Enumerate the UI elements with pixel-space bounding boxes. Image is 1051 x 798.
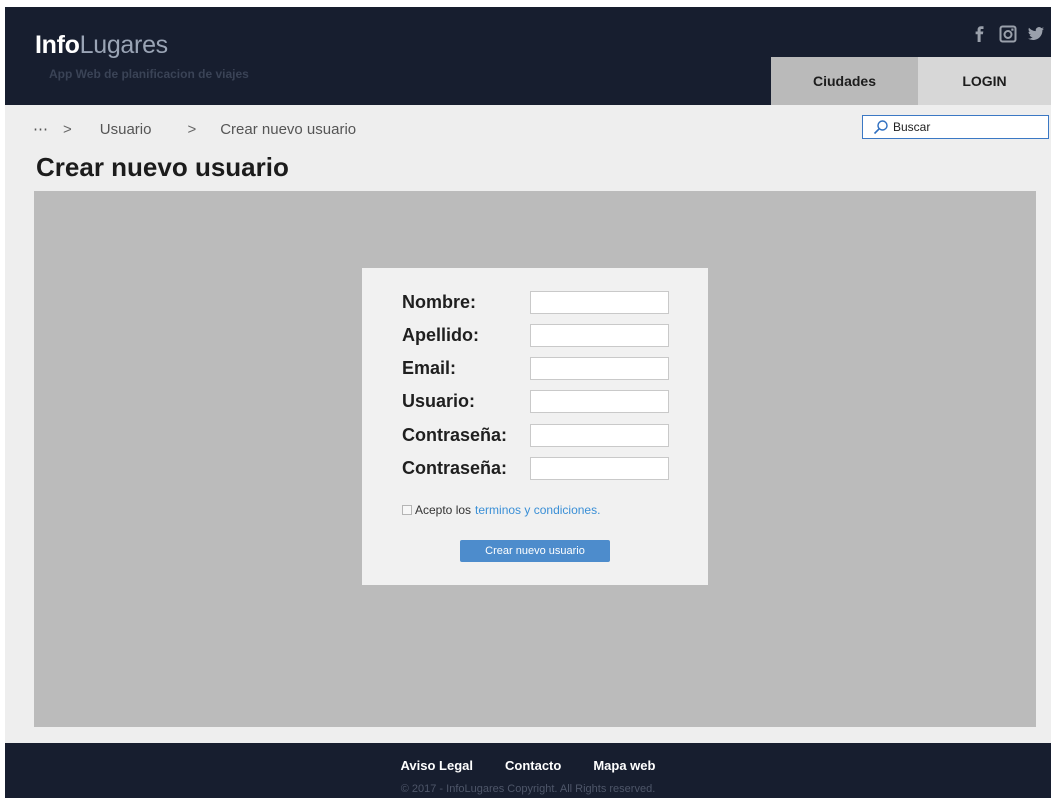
register-form: Nombre: Apellido: Email: Usuario: Contra… bbox=[362, 268, 708, 585]
usuario-label: Usuario: bbox=[402, 390, 476, 411]
breadcrumb-ellipsis[interactable]: ⋯ bbox=[33, 120, 49, 138]
search-box[interactable] bbox=[862, 115, 1049, 139]
form-row-apellido: Apellido: bbox=[402, 322, 669, 348]
terms-prefix: Acepto los bbox=[415, 503, 472, 517]
twitter-icon[interactable] bbox=[1027, 25, 1045, 43]
search-icon[interactable] bbox=[873, 119, 889, 135]
tagline: App Web de planificacion de viajes bbox=[49, 67, 249, 81]
logo[interactable]: InfoLugares bbox=[35, 31, 168, 60]
create-user-button[interactable]: Crear nuevo usuario bbox=[460, 540, 610, 562]
terms-checkbox[interactable] bbox=[402, 505, 412, 515]
content-area: Nombre: Apellido: Email: Usuario: Contra… bbox=[34, 191, 1036, 727]
terms-row: Acepto los terminos y condiciones. bbox=[402, 503, 600, 517]
password-field[interactable] bbox=[530, 423, 669, 447]
nombre-label: Nombre: bbox=[402, 291, 477, 312]
password-label: Contraseña: bbox=[402, 424, 508, 445]
footer-link-aviso-legal[interactable]: Aviso Legal bbox=[401, 758, 473, 773]
footer-link-contacto[interactable]: Contacto bbox=[505, 758, 561, 773]
logo-bold: Info bbox=[35, 31, 80, 59]
logo-light: Lugares bbox=[79, 31, 169, 59]
footer-link-mapa-web[interactable]: Mapa web bbox=[593, 758, 655, 773]
breadcrumb-item-usuario[interactable]: Usuario bbox=[100, 121, 152, 138]
social-links bbox=[971, 25, 1045, 43]
header: InfoLugares App Web de planificacion de … bbox=[5, 7, 1051, 105]
main-nav: Ciudades LOGIN bbox=[771, 57, 1051, 105]
form-row-nombre: Nombre: bbox=[402, 289, 669, 315]
email-field[interactable] bbox=[530, 356, 669, 380]
page-title: Crear nuevo usuario bbox=[36, 152, 289, 182]
usuario-field[interactable] bbox=[530, 389, 669, 413]
terms-link[interactable]: terminos y condiciones. bbox=[475, 503, 600, 517]
password-confirm-field[interactable] bbox=[530, 456, 669, 480]
form-row-usuario: Usuario: bbox=[402, 388, 669, 414]
breadcrumb-separator: > bbox=[63, 120, 72, 138]
form-row-password: Contraseña: bbox=[402, 422, 669, 448]
footer: Aviso Legal Contacto Mapa web © 2017 - I… bbox=[5, 743, 1051, 798]
apellido-label: Apellido: bbox=[402, 324, 479, 345]
facebook-icon[interactable] bbox=[971, 25, 989, 43]
instagram-icon[interactable] bbox=[999, 25, 1017, 43]
breadcrumb-item-current: Crear nuevo usuario bbox=[220, 120, 357, 138]
breadcrumb-separator: > bbox=[187, 120, 197, 138]
copyright: © 2017 - InfoLugares Copyright. All Righ… bbox=[400, 783, 656, 795]
form-row-password-confirm: Contraseña: bbox=[402, 455, 669, 481]
password-confirm-label: Contraseña: bbox=[402, 457, 508, 478]
cities-button[interactable]: Ciudades bbox=[771, 57, 918, 105]
breadcrumb: ⋯ > Usuario > Crear nuevo usuario bbox=[33, 120, 357, 139]
page-frame: InfoLugares App Web de planificacion de … bbox=[5, 7, 1051, 798]
footer-links: Aviso Legal Contacto Mapa web bbox=[5, 758, 1051, 773]
nombre-field[interactable] bbox=[530, 290, 669, 314]
apellido-field[interactable] bbox=[530, 323, 669, 347]
search-input[interactable] bbox=[893, 120, 1043, 134]
form-row-email: Email: bbox=[402, 355, 669, 381]
email-label: Email: bbox=[402, 357, 457, 378]
login-button[interactable]: LOGIN bbox=[918, 57, 1051, 105]
